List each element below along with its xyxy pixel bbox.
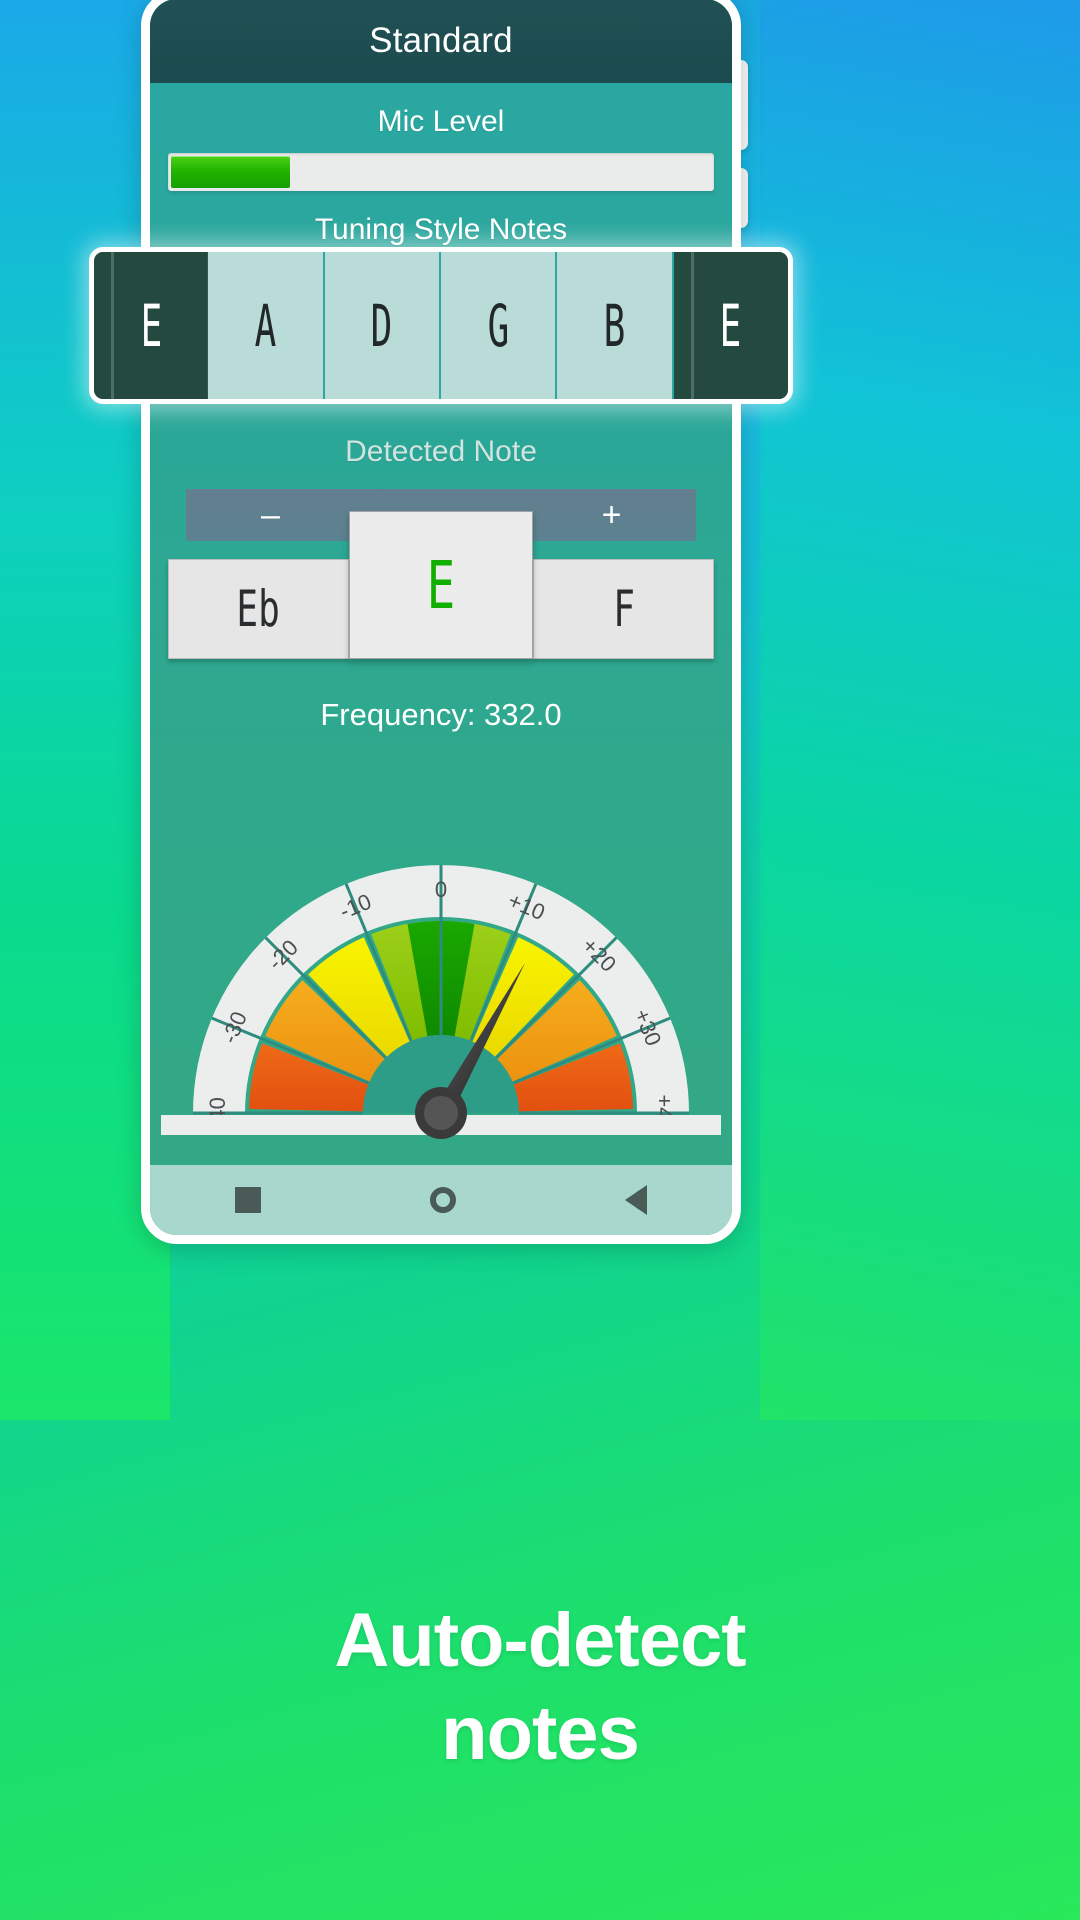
tuning-note-label: D <box>370 291 393 360</box>
tuning-note-label: G <box>487 291 509 360</box>
back-triangle-icon[interactable] <box>625 1185 648 1215</box>
detected-note-controls: – + Eb E F Frequency: 332.0 <box>150 489 732 733</box>
note-button-row: – + Eb E F <box>168 489 715 659</box>
phone-screen: Standard Mic Level Tuning Style Notes De… <box>150 0 732 1235</box>
detected-note-label: Detected Note <box>345 435 537 468</box>
android-nav-bar <box>150 1165 732 1235</box>
frequency-readout: Frequency: 332.0 <box>320 697 562 732</box>
mic-level-label: Mic Level <box>377 105 505 138</box>
next-note-button[interactable]: F <box>533 559 715 659</box>
tuning-note-label: B <box>603 291 626 360</box>
tuning-note-cell[interactable]: B <box>557 252 674 399</box>
tuning-notes-row: EADGBE <box>94 252 788 399</box>
tuning-gauge: -40-30-20-10 0 +10+20+30+40 <box>161 865 721 1139</box>
tuning-note-cell[interactable]: E <box>673 252 788 399</box>
gauge-tick-label: 0 <box>435 877 447 902</box>
promo-caption: Auto-detect notes <box>0 1595 1080 1780</box>
page-title: Standard <box>369 21 513 60</box>
tuning-note-label: E <box>140 291 162 360</box>
tuning-note-cell[interactable]: G <box>440 252 558 399</box>
app-bar: Standard <box>150 0 732 83</box>
tuning-note-label: A <box>254 291 277 360</box>
tuning-note-cell[interactable]: E <box>94 252 209 399</box>
promo-caption-line1: Auto-detect <box>334 1598 746 1683</box>
tuning-note-cell[interactable]: D <box>324 252 441 399</box>
mic-level-bar-fill <box>171 156 290 188</box>
current-note-button[interactable]: E <box>348 511 534 659</box>
decrement-button[interactable]: – <box>186 489 355 541</box>
promo-caption-line2: notes <box>441 1690 640 1776</box>
mic-level-bar-track <box>168 153 714 191</box>
current-note-label: E <box>426 546 456 624</box>
mic-level-meter <box>150 153 732 191</box>
background-right-wash <box>760 0 1080 1420</box>
circle-icon[interactable] <box>429 1187 456 1213</box>
phone-mockup: Standard Mic Level Tuning Style Notes De… <box>141 0 741 1244</box>
next-note-label: F <box>612 580 635 638</box>
square-icon[interactable] <box>234 1187 261 1213</box>
tuning-note-label: E <box>719 291 742 360</box>
tuning-note-cell[interactable]: A <box>208 252 325 399</box>
increment-button[interactable]: + <box>527 489 696 541</box>
previous-note-label: Eb <box>236 580 281 638</box>
tuning-notes-strip[interactable]: EADGBE <box>89 247 793 404</box>
previous-note-button[interactable]: Eb <box>168 559 349 659</box>
